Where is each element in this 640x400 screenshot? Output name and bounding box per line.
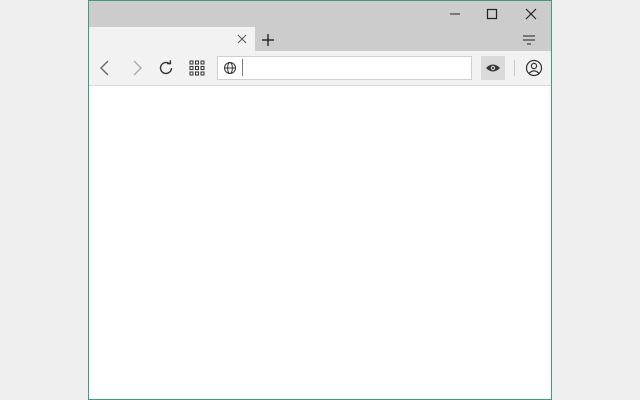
close-icon: [237, 34, 247, 44]
extension-button[interactable]: [481, 56, 505, 80]
tab-active[interactable]: [89, 27, 255, 51]
url-input[interactable]: [242, 59, 464, 76]
back-button[interactable]: [93, 56, 117, 80]
globe-icon: [221, 59, 239, 77]
tab-list-button[interactable]: [519, 30, 539, 50]
profile-button[interactable]: [522, 56, 546, 80]
minimize-icon: [449, 8, 461, 20]
tab-strip: [89, 27, 551, 51]
page-content[interactable]: [89, 86, 551, 399]
title-bar[interactable]: [89, 1, 551, 27]
minimize-button[interactable]: [443, 3, 467, 25]
plus-icon: [261, 33, 275, 47]
browser-window: [88, 0, 552, 400]
reload-icon: [157, 59, 175, 77]
user-profile-icon: [525, 59, 543, 77]
toolbar-divider: [514, 60, 515, 76]
close-icon: [525, 8, 537, 20]
navigation-toolbar: [89, 51, 551, 86]
close-window-button[interactable]: [519, 3, 543, 25]
chevron-right-icon: [130, 59, 144, 77]
maximize-icon: [486, 8, 498, 20]
apps-grid-icon: [189, 60, 205, 76]
address-bar[interactable]: [217, 56, 472, 80]
chevron-left-icon: [98, 59, 112, 77]
forward-button[interactable]: [125, 56, 149, 80]
maximize-button[interactable]: [480, 3, 504, 25]
tab-close-button[interactable]: [233, 30, 251, 48]
apps-button[interactable]: [185, 56, 209, 80]
reload-button[interactable]: [154, 56, 178, 80]
tab-list-icon: [522, 34, 536, 46]
eye-extension-icon: [485, 62, 501, 74]
new-tab-button[interactable]: [258, 30, 278, 50]
